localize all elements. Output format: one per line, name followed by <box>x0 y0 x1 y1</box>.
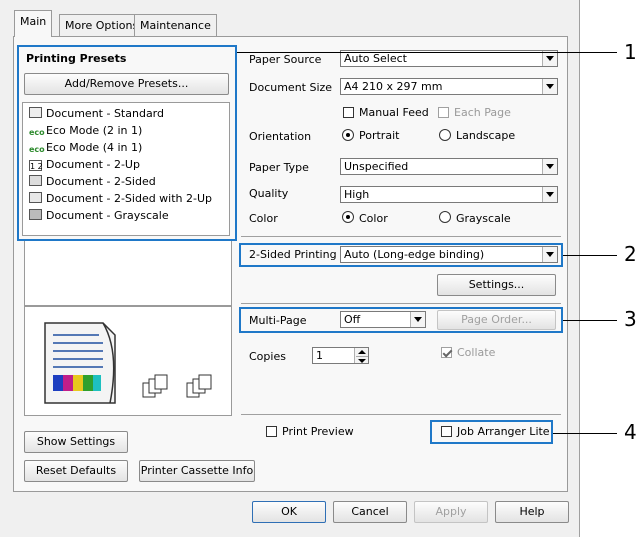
chevron-down-icon <box>542 79 557 94</box>
callout-line-4 <box>553 433 617 434</box>
settings-button[interactable]: Settings... <box>437 274 556 296</box>
manual-feed-label: Manual Feed <box>359 106 429 119</box>
tab-maintenance-label: Maintenance <box>140 19 211 32</box>
quality-select[interactable]: High <box>340 186 558 203</box>
callout-highlight-multi-page <box>239 307 563 333</box>
paper-source-value: Auto Select <box>344 52 407 65</box>
callout-highlight-job-arranger <box>430 420 553 444</box>
manual-feed-checkbox[interactable] <box>343 107 354 118</box>
grayscale-label: Grayscale <box>456 212 511 225</box>
collate-checkbox[interactable] <box>441 347 452 358</box>
cancel-button[interactable]: Cancel <box>333 501 407 523</box>
callout-number-1: 1 <box>624 40 637 64</box>
show-settings-button[interactable]: Show Settings <box>24 431 128 453</box>
document-size-select[interactable]: A4 210 x 297 mm <box>340 78 558 95</box>
grayscale-radio[interactable] <box>439 211 451 223</box>
tab-main[interactable]: Main <box>14 10 53 37</box>
each-page-checkbox[interactable] <box>438 107 449 118</box>
up-down-icon <box>356 350 368 363</box>
portrait-label: Portrait <box>359 129 400 142</box>
callout-line-1 <box>237 52 617 53</box>
quality-value: High <box>344 188 370 201</box>
tab-more-options[interactable]: More Options <box>59 14 145 36</box>
collate-label: Collate <box>457 346 496 359</box>
print-preview-label: Print Preview <box>282 425 354 438</box>
document-size-label: Document Size <box>249 81 333 94</box>
color-option-label: Color <box>359 212 388 225</box>
ok-button[interactable]: OK <box>252 501 326 523</box>
paper-type-value: Unspecified <box>344 160 409 173</box>
portrait-radio[interactable] <box>342 129 354 141</box>
color-label: Color <box>249 212 278 225</box>
tab-main-label: Main <box>20 15 47 28</box>
callout-number-2: 2 <box>624 242 637 266</box>
paper-type-label: Paper Type <box>249 161 309 174</box>
separator <box>241 414 561 415</box>
apply-button[interactable]: Apply <box>414 501 488 523</box>
callout-line-3 <box>563 320 617 321</box>
chevron-down-icon <box>542 187 557 202</box>
print-preview-checkbox[interactable] <box>266 426 277 437</box>
reset-defaults-button[interactable]: Reset Defaults <box>24 460 128 482</box>
copies-label: Copies <box>249 350 286 363</box>
callout-number-3: 3 <box>624 307 637 331</box>
callout-highlight-presets <box>17 45 237 241</box>
copies-stepper[interactable]: 1 <box>312 347 369 364</box>
color-radio[interactable] <box>342 211 354 223</box>
separator <box>241 236 561 237</box>
callout-highlight-two-sided <box>239 243 563 267</box>
quality-label: Quality <box>249 187 289 200</box>
chevron-down-icon <box>542 159 557 174</box>
paper-source-label: Paper Source <box>249 53 322 66</box>
help-button[interactable]: Help <box>495 501 569 523</box>
copies-value: 1 <box>316 349 323 362</box>
spin-buttons[interactable] <box>354 348 368 363</box>
callout-line-2 <box>563 255 617 256</box>
printer-cassette-info-button[interactable]: Printer Cassette Info <box>139 460 255 482</box>
callout-number-4: 4 <box>624 420 637 444</box>
document-size-value: A4 210 x 297 mm <box>344 80 443 93</box>
chevron-down-icon <box>542 51 557 66</box>
landscape-radio[interactable] <box>439 129 451 141</box>
paper-type-select[interactable]: Unspecified <box>340 158 558 175</box>
separator <box>241 303 561 304</box>
orientation-label: Orientation <box>249 130 312 143</box>
landscape-label: Landscape <box>456 129 516 142</box>
collate-icons <box>142 374 212 398</box>
settings-summary-area <box>24 240 232 306</box>
tab-more-options-label: More Options <box>65 19 139 32</box>
tab-maintenance[interactable]: Maintenance <box>134 14 217 36</box>
each-page-label: Each Page <box>454 106 511 119</box>
